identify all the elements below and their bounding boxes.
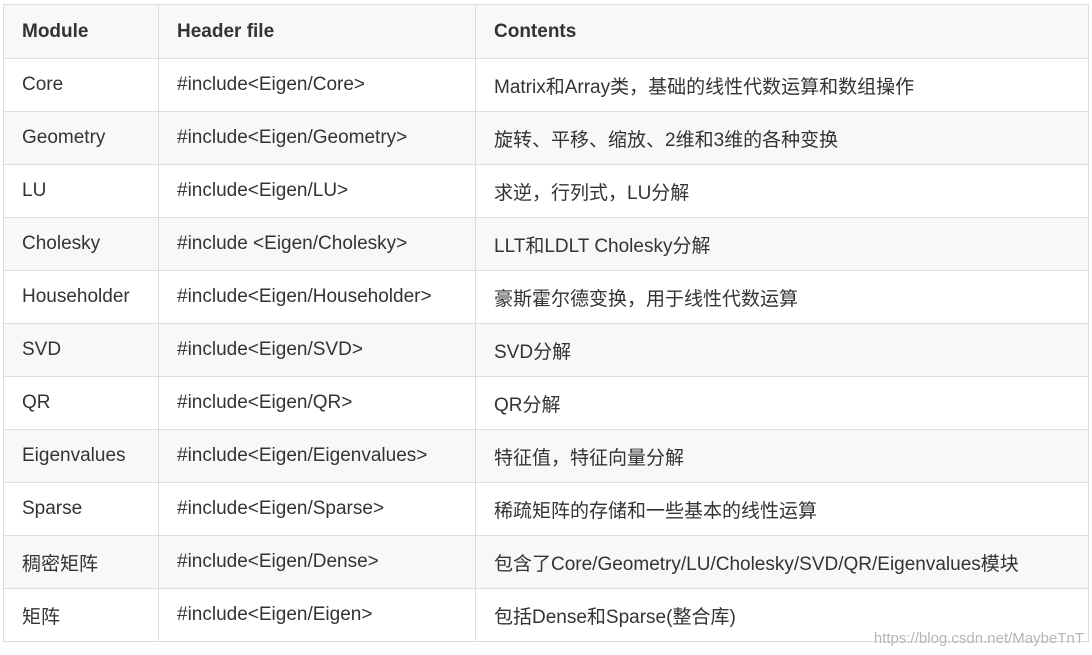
- table-row: Sparse #include<Eigen/Sparse> 稀疏矩阵的存储和一些…: [3, 482, 1089, 536]
- cell-header-file: #include<Eigen/Eigen>: [158, 588, 476, 642]
- cell-module: 矩阵: [3, 588, 159, 642]
- cell-contents: 特征值，特征向量分解: [475, 429, 1089, 483]
- cell-contents: 旋转、平移、缩放、2维和3维的各种变换: [475, 111, 1089, 165]
- cell-contents: SVD分解: [475, 323, 1089, 377]
- header-contents: Contents: [475, 4, 1089, 59]
- cell-header-file: #include<Eigen/Core>: [158, 58, 476, 112]
- cell-contents: QR分解: [475, 376, 1089, 430]
- cell-module: Core: [3, 58, 159, 112]
- cell-contents: 稀疏矩阵的存储和一些基本的线性运算: [475, 482, 1089, 536]
- cell-module: Cholesky: [3, 217, 159, 271]
- cell-contents: 求逆，行列式，LU分解: [475, 164, 1089, 218]
- table-row: LU #include<Eigen/LU> 求逆，行列式，LU分解: [3, 164, 1089, 218]
- cell-module: Eigenvalues: [3, 429, 159, 483]
- cell-header-file: #include <Eigen/Cholesky>: [158, 217, 476, 271]
- table-row: Eigenvalues #include<Eigen/Eigenvalues> …: [3, 429, 1089, 483]
- cell-contents: LLT和LDLT Cholesky分解: [475, 217, 1089, 271]
- cell-module: LU: [3, 164, 159, 218]
- cell-contents: 豪斯霍尔德变换，用于线性代数运算: [475, 270, 1089, 324]
- table-row: QR #include<Eigen/QR> QR分解: [3, 376, 1089, 430]
- table-row: Geometry #include<Eigen/Geometry> 旋转、平移、…: [3, 111, 1089, 165]
- cell-module: QR: [3, 376, 159, 430]
- cell-contents: 包含了Core/Geometry/LU/Cholesky/SVD/QR/Eige…: [475, 535, 1089, 589]
- cell-header-file: #include<Eigen/Householder>: [158, 270, 476, 324]
- cell-contents: Matrix和Array类，基础的线性代数运算和数组操作: [475, 58, 1089, 112]
- table-row: Cholesky #include <Eigen/Cholesky> LLT和L…: [3, 217, 1089, 271]
- cell-module: Geometry: [3, 111, 159, 165]
- module-table-container: Module Header file Contents Core #includ…: [3, 4, 1089, 642]
- cell-header-file: #include<Eigen/Geometry>: [158, 111, 476, 165]
- cell-header-file: #include<Eigen/Sparse>: [158, 482, 476, 536]
- header-module: Module: [3, 4, 159, 59]
- table-row: SVD #include<Eigen/SVD> SVD分解: [3, 323, 1089, 377]
- cell-module: SVD: [3, 323, 159, 377]
- table-row: 稠密矩阵 #include<Eigen/Dense> 包含了Core/Geome…: [3, 535, 1089, 589]
- table-header-row: Module Header file Contents: [3, 4, 1089, 59]
- cell-header-file: #include<Eigen/Dense>: [158, 535, 476, 589]
- table-row: Householder #include<Eigen/Householder> …: [3, 270, 1089, 324]
- eigen-modules-table: Module Header file Contents Core #includ…: [3, 4, 1089, 642]
- header-header-file: Header file: [158, 4, 476, 59]
- cell-module: Sparse: [3, 482, 159, 536]
- watermark-text: https://blog.csdn.net/MaybeTnT: [873, 630, 1084, 647]
- cell-module: 稠密矩阵: [3, 535, 159, 589]
- table-row: Core #include<Eigen/Core> Matrix和Array类，…: [3, 58, 1089, 112]
- cell-header-file: #include<Eigen/LU>: [158, 164, 476, 218]
- cell-header-file: #include<Eigen/SVD>: [158, 323, 476, 377]
- cell-header-file: #include<Eigen/Eigenvalues>: [158, 429, 476, 483]
- cell-module: Householder: [3, 270, 159, 324]
- cell-header-file: #include<Eigen/QR>: [158, 376, 476, 430]
